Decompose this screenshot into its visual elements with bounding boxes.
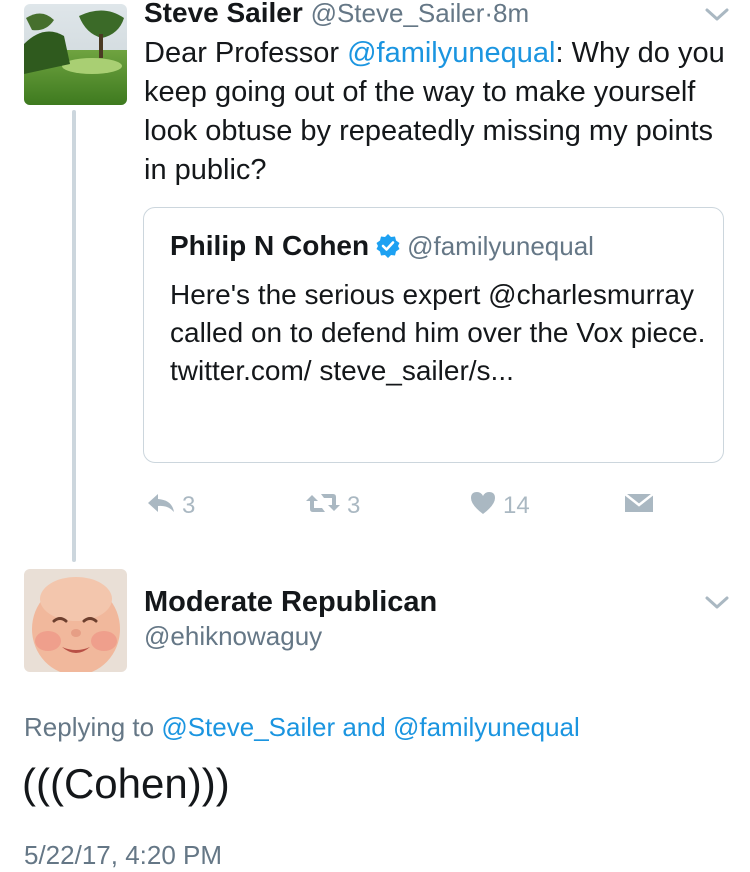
reply-author-name[interactable]: Moderate Republican	[144, 584, 437, 620]
tweet-header: Steve Sailer @Steve_Sailer·8m	[144, 0, 529, 30]
mention-link[interactable]: @Steve_Sailer	[161, 712, 335, 742]
replying-to-line: Replying to @Steve_Sailer and @familyune…	[24, 710, 580, 744]
mention-link[interactable]: @familyunequal	[393, 712, 580, 742]
tweet-text: Dear Professor @familyunequal: Why do yo…	[144, 34, 734, 190]
mention-link[interactable]: @familyunequal	[347, 37, 555, 69]
like-button[interactable]: 14	[469, 488, 530, 524]
envelope-icon	[624, 491, 654, 522]
quoted-tweet-header: Philip N Cohen @familyunequal	[170, 228, 594, 268]
retweet-button[interactable]: 3	[305, 488, 360, 524]
reply-count: 3	[182, 492, 196, 519]
baby-face-photo-avatar	[24, 569, 127, 672]
reply-author-handle[interactable]: @ehiknowaguy	[144, 619, 322, 653]
retweet-count: 3	[347, 492, 361, 519]
retweet-icon	[305, 491, 341, 522]
author-name[interactable]: Steve Sailer	[144, 0, 303, 28]
tweet-time[interactable]: 8m	[493, 0, 529, 28]
avatar[interactable]	[24, 569, 127, 672]
separator-dot: ·	[484, 0, 494, 28]
golf-course-photo-avatar	[24, 4, 127, 105]
reply-icon	[146, 492, 176, 521]
tweet-text-start: Dear Professor	[144, 37, 348, 69]
replying-to-and[interactable]: and	[335, 712, 393, 742]
thread-connector-line	[72, 110, 76, 562]
chevron-down-icon[interactable]	[704, 6, 730, 29]
quoted-tweet-text: Here's the serious expert @charlesmurray…	[170, 279, 706, 386]
chevron-down-icon[interactable]	[704, 594, 730, 617]
reply-button[interactable]: 3	[146, 488, 195, 524]
quoted-author-handle: @familyunequal	[407, 231, 594, 261]
verified-badge-icon	[375, 232, 401, 268]
reply-text: (((Cohen)))	[22, 760, 230, 807]
avatar[interactable]	[24, 4, 127, 105]
direct-message-button[interactable]	[624, 488, 654, 524]
quoted-author-name: Philip N Cohen	[170, 230, 370, 261]
replying-to-prefix: Replying to	[24, 712, 162, 742]
heart-icon	[469, 490, 497, 523]
author-handle[interactable]: @Steve_Sailer	[311, 0, 485, 28]
like-count: 14	[503, 492, 530, 519]
